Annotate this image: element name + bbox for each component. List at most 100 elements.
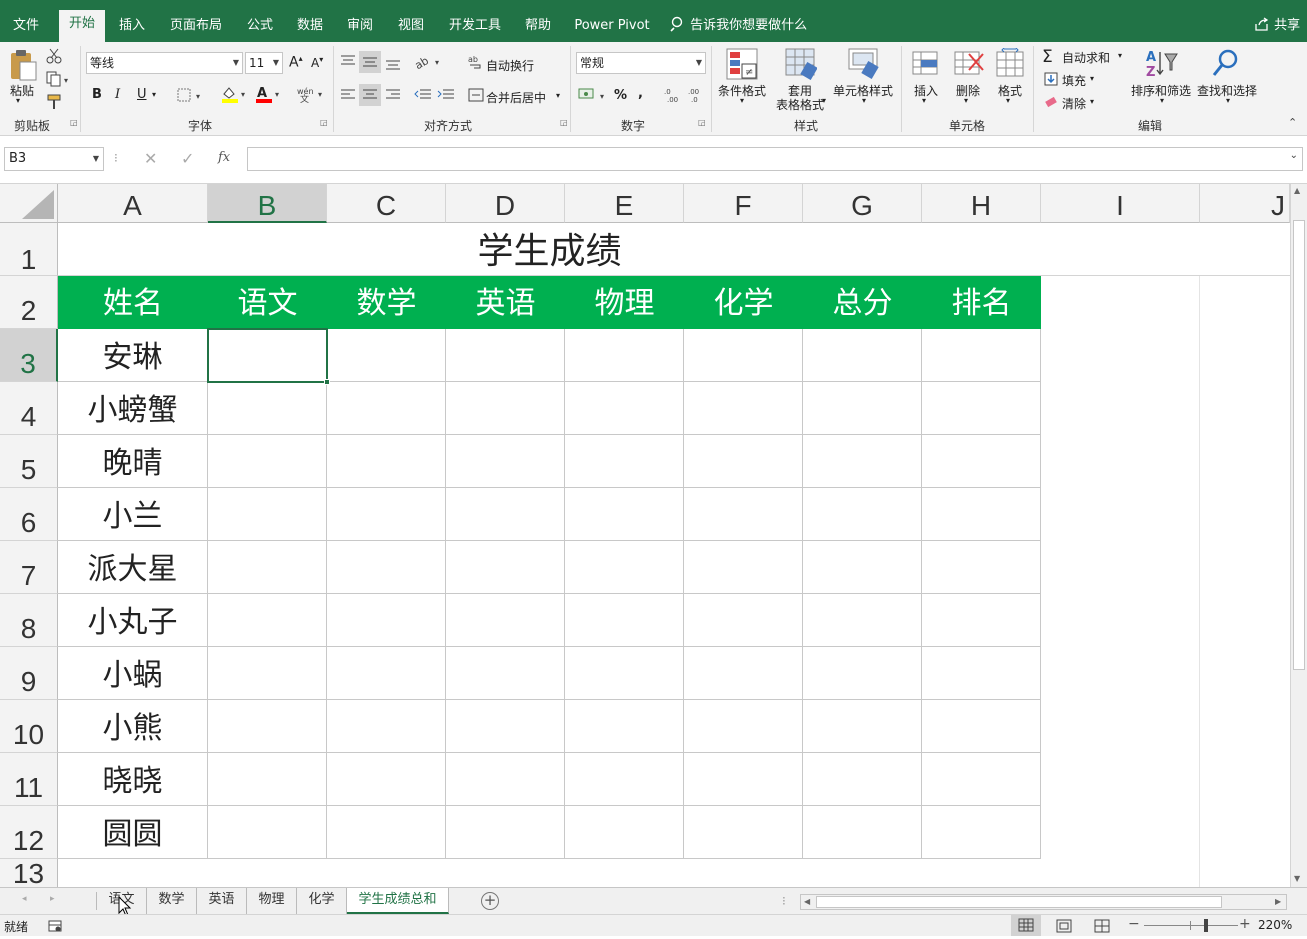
score-cell[interactable] (684, 647, 803, 700)
zoom-level[interactable]: 220% (1258, 918, 1292, 932)
row-header-5[interactable]: 5 (0, 435, 58, 488)
number-launcher-icon[interactable]: ◲ (698, 118, 706, 127)
column-header-d[interactable]: D (446, 184, 565, 223)
sort-filter-dropdown-icon[interactable]: ▾ (1160, 96, 1164, 105)
underline-dropdown-icon[interactable]: ▾ (152, 90, 156, 99)
cell-styles-icon[interactable] (848, 48, 880, 83)
score-cell[interactable] (327, 329, 446, 382)
score-cell[interactable] (803, 647, 922, 700)
score-cell[interactable] (446, 753, 565, 806)
name-cell[interactable]: 安琳 (58, 329, 208, 382)
score-cell[interactable] (922, 435, 1041, 488)
vertical-scrollbar[interactable]: ▲ ▼ (1290, 184, 1307, 887)
score-cell[interactable] (208, 647, 327, 700)
header-cell[interactable]: 姓名 (58, 276, 208, 329)
clear-button[interactable]: 清除 (1062, 95, 1086, 112)
score-cell[interactable] (684, 488, 803, 541)
score-cell[interactable] (208, 753, 327, 806)
format-cells-dropdown-icon[interactable]: ▾ (1006, 96, 1010, 105)
page-break-view-icon[interactable] (1094, 919, 1110, 936)
row-header-4[interactable]: 4 (0, 382, 58, 435)
expand-formula-icon[interactable]: ⌄ (1290, 150, 1298, 161)
orientation-icon[interactable]: ab ▾ (413, 53, 443, 72)
score-cell[interactable] (565, 329, 684, 382)
conditional-format-dropdown-icon[interactable]: ▾ (740, 96, 744, 105)
delete-cells-dropdown-icon[interactable]: ▾ (964, 96, 968, 105)
header-cell[interactable]: 化学 (684, 276, 803, 329)
score-cell[interactable] (446, 382, 565, 435)
tab-view[interactable]: 视图 (391, 12, 431, 42)
score-cell[interactable] (565, 753, 684, 806)
percent-icon[interactable]: % (614, 88, 627, 103)
score-cell[interactable] (446, 700, 565, 753)
row-header-8[interactable]: 8 (0, 594, 58, 647)
format-as-table-dropdown-icon[interactable]: ▾ (822, 96, 826, 105)
score-cell[interactable] (922, 700, 1041, 753)
score-cell[interactable] (327, 488, 446, 541)
name-box[interactable]: B3 ▼ (4, 147, 104, 171)
zoom-slider[interactable] (1144, 925, 1238, 926)
score-cell[interactable] (803, 806, 922, 859)
increase-decimal-icon[interactable]: .0.00 (664, 86, 682, 107)
underline-button[interactable]: U (137, 87, 147, 102)
column-header-f[interactable]: F (684, 184, 803, 223)
autosum-icon[interactable]: Σ (1042, 47, 1053, 67)
conditional-format-icon[interactable]: ≠ (726, 48, 758, 83)
score-cell[interactable] (208, 700, 327, 753)
score-cell[interactable] (803, 435, 922, 488)
tab-page-layout[interactable]: 页面布局 (165, 12, 227, 42)
score-cell[interactable] (684, 753, 803, 806)
score-cell[interactable] (446, 541, 565, 594)
scroll-down-icon[interactable]: ▼ (1294, 874, 1300, 883)
score-cell[interactable] (803, 382, 922, 435)
score-cell[interactable] (803, 753, 922, 806)
insert-cells-dropdown-icon[interactable]: ▾ (922, 96, 926, 105)
score-cell[interactable] (208, 541, 327, 594)
zoom-slider-thumb[interactable] (1204, 919, 1208, 932)
score-cell[interactable] (327, 382, 446, 435)
score-cell[interactable] (327, 753, 446, 806)
border-icon[interactable]: ▾ (177, 87, 205, 106)
row-header-1[interactable]: 1 (0, 223, 58, 276)
header-cell[interactable]: 总分 (803, 276, 922, 329)
column-header-b[interactable]: B (208, 184, 327, 223)
cancel-entry-icon[interactable]: ✕ (144, 149, 157, 168)
column-header-g[interactable]: G (803, 184, 922, 223)
tab-developer[interactable]: 开发工具 (443, 12, 507, 42)
score-cell[interactable] (208, 806, 327, 859)
sheet-tab-chemistry[interactable]: 化学 (297, 888, 347, 914)
cell-styles-dropdown-icon[interactable]: ▾ (862, 96, 866, 105)
alignment-launcher-icon[interactable]: ◲ (560, 118, 568, 127)
wrap-text-button[interactable]: 自动换行 (486, 57, 534, 74)
column-header-a[interactable]: A (58, 184, 208, 223)
phonetic-icon[interactable]: wén 文 ▾ (296, 85, 326, 106)
zoom-out-icon[interactable]: − (1128, 916, 1140, 932)
header-cell[interactable]: 排名 (922, 276, 1041, 329)
score-cell[interactable] (803, 488, 922, 541)
score-cell[interactable] (446, 435, 565, 488)
clipboard-launcher-icon[interactable]: ◲ (70, 118, 78, 127)
column-header-h[interactable]: H (922, 184, 1041, 223)
formula-input[interactable]: ⌄ (247, 147, 1303, 171)
macro-record-icon[interactable] (48, 919, 62, 936)
scroll-up-icon[interactable]: ▲ (1294, 186, 1300, 195)
format-painter-icon[interactable] (46, 94, 62, 113)
find-select-dropdown-icon[interactable]: ▾ (1226, 96, 1230, 105)
align-center-icon[interactable] (359, 84, 381, 106)
insert-cells-icon[interactable] (912, 48, 940, 81)
collapse-ribbon-icon[interactable]: ⌃ (1288, 116, 1297, 129)
score-cell[interactable] (684, 435, 803, 488)
next-sheet-icon[interactable]: ▸ (50, 894, 55, 904)
confirm-entry-icon[interactable]: ✓ (181, 149, 194, 168)
score-cell[interactable] (565, 541, 684, 594)
header-cell[interactable]: 英语 (446, 276, 565, 329)
score-cell[interactable] (208, 435, 327, 488)
fill-icon[interactable] (1044, 72, 1058, 89)
score-cell[interactable] (327, 647, 446, 700)
tab-help[interactable]: 帮助 (518, 12, 558, 42)
score-cell[interactable] (565, 647, 684, 700)
row-header-3[interactable]: 3 (0, 329, 58, 382)
fill-color-icon[interactable]: ▾ (221, 85, 249, 106)
sheet-tab-english[interactable]: 英语 (197, 888, 247, 914)
score-cell[interactable] (327, 700, 446, 753)
